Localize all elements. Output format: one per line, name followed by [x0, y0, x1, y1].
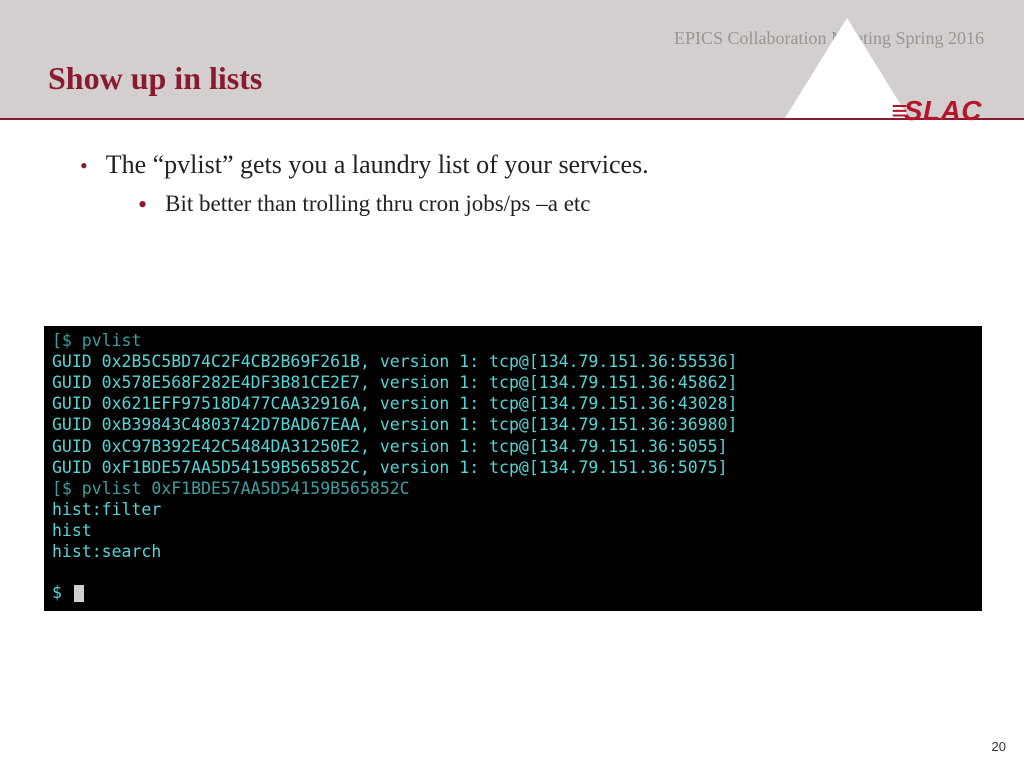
terminal-line: GUID 0xC97B392E42C5484DA31250E2, version… — [52, 436, 974, 457]
terminal-output: [$ pvlist GUID 0x2B5C5BD74C2F4CB2B69F261… — [44, 326, 982, 611]
bullet-dot-icon: • — [80, 155, 88, 177]
terminal-line: GUID 0xB39843C4803742D7BAD67EAA, version… — [52, 414, 974, 435]
terminal-line: hist:filter — [52, 499, 974, 520]
slac-logo: ≡SLAC — [891, 95, 982, 127]
slide-title: Show up in lists — [48, 60, 262, 97]
terminal-line: GUID 0xF1BDE57AA5D54159B565852C, version… — [52, 457, 974, 478]
terminal-line: [$ pvlist 0xF1BDE57AA5D54159B565852C — [52, 478, 974, 499]
terminal-line: [$ pvlist — [52, 330, 974, 351]
triangle-notch — [785, 18, 909, 118]
terminal-line: GUID 0x621EFF97518D477CAA32916A, version… — [52, 393, 974, 414]
cursor-icon — [74, 585, 84, 602]
terminal-line: hist:search — [52, 541, 974, 562]
terminal-prompt: $ — [52, 582, 974, 603]
terminal-line: GUID 0x2B5C5BD74C2F4CB2B69F261B, version… — [52, 351, 974, 372]
title-underline — [0, 118, 1024, 120]
bullet-level2: • Bit better than trolling thru cron job… — [138, 190, 964, 217]
page-number: 20 — [992, 739, 1006, 754]
body-area: • The “pvlist” gets you a laundry list o… — [60, 150, 964, 217]
bullet-text: The “pvlist” gets you a laundry list of … — [106, 150, 649, 180]
bullet-dot-icon: • — [138, 192, 147, 218]
terminal-line: GUID 0x578E568F282E4DF3B81CE2E7, version… — [52, 372, 974, 393]
header-band: EPICS Collaboration Meeting Spring 2016 … — [0, 0, 1024, 118]
bullet-level1: • The “pvlist” gets you a laundry list o… — [80, 150, 964, 180]
terminal-line: hist — [52, 520, 974, 541]
bullet-text: Bit better than trolling thru cron jobs/… — [165, 191, 590, 217]
